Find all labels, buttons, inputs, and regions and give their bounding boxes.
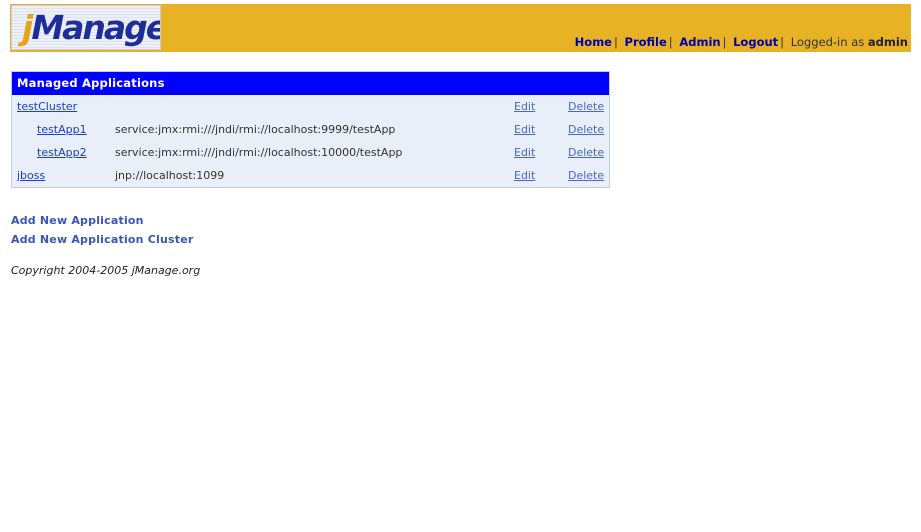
application-url: service:jmx:rmi:///jndi/rmi://localhost:… [115,123,396,136]
logged-in-user: admin [867,35,908,49]
edit-link[interactable]: Edit [514,118,535,141]
application-url: jnp://localhost:1099 [115,169,225,182]
application-link-testapp2[interactable]: testApp2 [37,141,87,164]
nav-home-link[interactable]: Home [575,35,612,49]
header-bar: jManage Home | Profile | Admin | Logout | Lo… [10,4,911,52]
nav-admin-link[interactable]: Admin [679,35,720,49]
logo-text: jManage [22,8,161,48]
nav-separator: | [613,35,618,49]
nav-profile-link[interactable]: Profile [625,35,667,49]
table-row: testApp2 service:jmx:rmi:///jndi/rmi://l… [12,141,609,164]
add-new-application-cluster-link[interactable]: Add New Application Cluster [11,230,194,249]
copyright-text: Copyright 2004-2005 jManage.org [11,264,201,277]
nav-separator: | [722,35,727,49]
application-link-testapp1[interactable]: testApp1 [37,118,87,141]
application-link-jboss[interactable]: jboss [17,164,45,187]
application-url: service:jmx:rmi:///jndi/rmi://localhost:… [115,146,403,159]
edit-link[interactable]: Edit [514,95,535,118]
logo-j: j [22,8,33,47]
delete-link[interactable]: Delete [568,141,604,164]
actions-panel: Add New Application Add New Application … [11,211,194,249]
managed-applications-table: Managed Applications testCluster Edit De… [11,71,610,188]
nav-logout-link[interactable]: Logout [733,35,778,49]
table-row: jboss jnp://localhost:1099 Edit Delete [12,164,609,187]
table-title: Managed Applications [12,72,609,95]
delete-link[interactable]: Delete [568,95,604,118]
table-row: testApp1 service:jmx:rmi:///jndi/rmi://l… [12,118,609,141]
delete-link[interactable]: Delete [568,164,604,187]
jmanage-logo: jManage [11,5,161,50]
nav-separator: | [668,35,673,49]
logo-rest: Manage [31,8,161,47]
delete-link[interactable]: Delete [568,118,604,141]
add-new-application-link[interactable]: Add New Application [11,211,194,230]
table-row: testCluster Edit Delete [12,95,609,118]
edit-link[interactable]: Edit [514,141,535,164]
top-navigation: Home | Profile | Admin | Logout | Logged-in … [575,35,908,49]
logged-in-label: Logged-in as [790,35,865,49]
application-link-testcluster[interactable]: testCluster [17,95,77,118]
edit-link[interactable]: Edit [514,164,535,187]
nav-separator: | [780,35,785,49]
